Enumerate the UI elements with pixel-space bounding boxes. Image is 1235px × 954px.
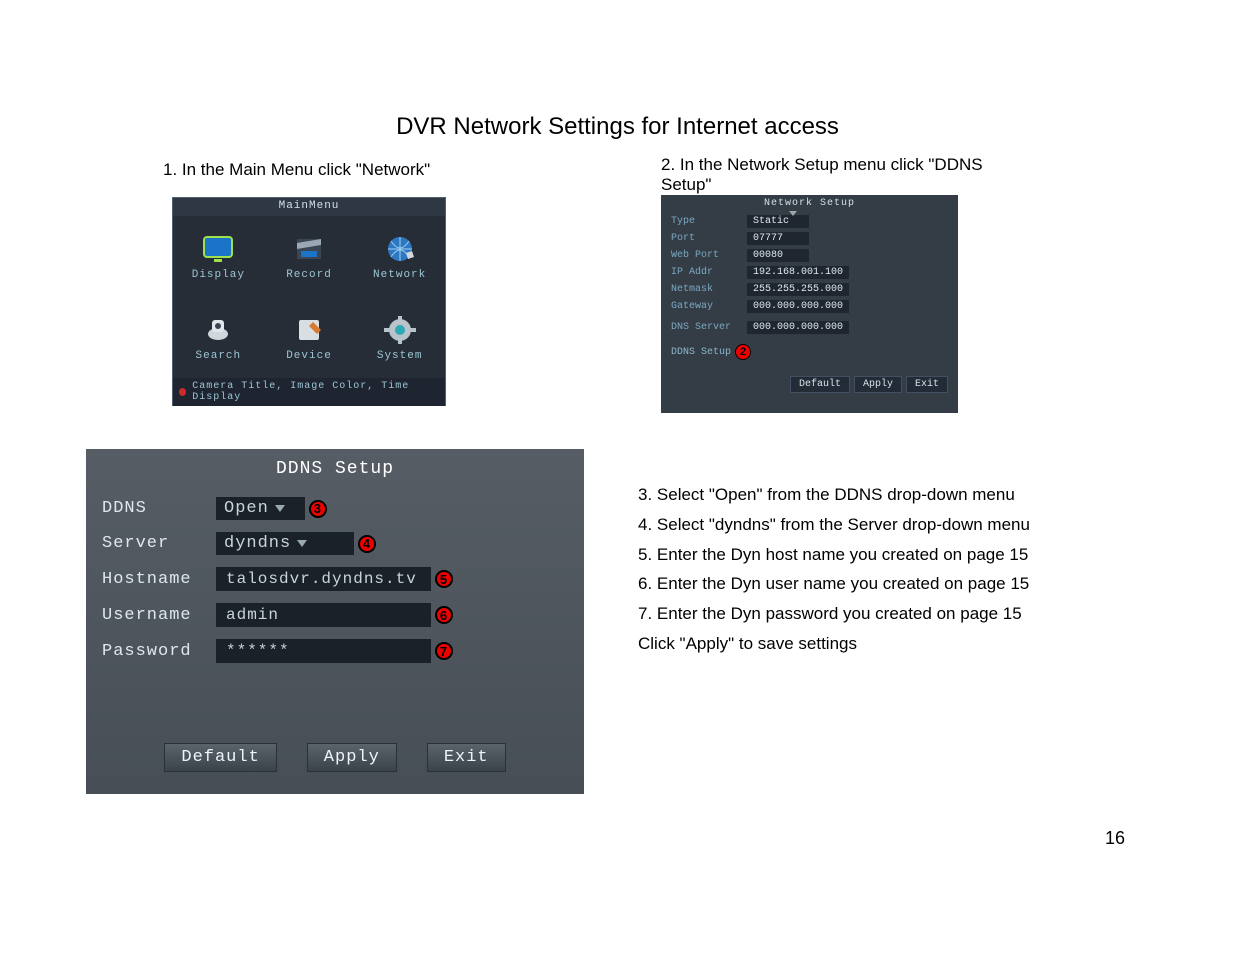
step2-caption: 2. In the Network Setup menu click "DDNS… bbox=[661, 155, 1021, 196]
gateway-label: Gateway bbox=[671, 301, 739, 312]
callout-badge-5: 5 bbox=[435, 570, 453, 588]
ip-label: IP Addr bbox=[671, 267, 739, 278]
server-label: Server bbox=[102, 534, 212, 553]
apply-button[interactable]: Apply bbox=[854, 376, 902, 393]
chevron-down-icon bbox=[275, 505, 285, 512]
menu-label: Network bbox=[373, 269, 426, 281]
server-select[interactable]: dyndns bbox=[216, 532, 354, 555]
instruction-3: 3. Select "Open" from the DDNS drop-down… bbox=[638, 480, 1138, 510]
instruction-4: 4. Select "dyndns" from the Server drop-… bbox=[638, 510, 1138, 540]
ddns-setup-panel: DDNS Setup DDNS Open 3 Server dyndns 4 H… bbox=[86, 449, 584, 794]
instruction-list: 3. Select "Open" from the DDNS drop-down… bbox=[638, 480, 1138, 659]
callout-badge-4: 4 bbox=[358, 535, 376, 553]
hostname-field[interactable]: talosdvr.dyndns.tv bbox=[216, 567, 431, 591]
display-icon bbox=[200, 233, 236, 265]
page-title: DVR Network Settings for Internet access bbox=[0, 113, 1235, 141]
netmask-label: Netmask bbox=[671, 284, 739, 295]
default-button[interactable]: Default bbox=[790, 376, 850, 393]
mainmenu-item-network[interactable]: Network bbox=[354, 216, 445, 297]
dns-field[interactable]: 000.000.000.000 bbox=[747, 321, 849, 334]
ddns-setup-button[interactable]: DDNS Setup bbox=[671, 347, 731, 358]
record-dot-icon bbox=[179, 388, 186, 396]
port-field[interactable]: 07777 bbox=[747, 232, 809, 245]
netmask-field[interactable]: 255.255.255.000 bbox=[747, 283, 849, 296]
chevron-down-icon bbox=[297, 540, 307, 547]
mainmenu-title: MainMenu bbox=[173, 198, 445, 216]
webport-label: Web Port bbox=[671, 250, 739, 261]
type-label: Type bbox=[671, 216, 739, 227]
record-icon bbox=[291, 233, 327, 265]
callout-badge-2: 2 bbox=[735, 344, 751, 360]
menu-label: System bbox=[377, 350, 423, 362]
hostname-label: Hostname bbox=[102, 570, 212, 589]
page-number: 16 bbox=[1105, 828, 1125, 849]
mainmenu-item-record[interactable]: Record bbox=[264, 216, 355, 297]
dns-label: DNS Server bbox=[671, 322, 739, 333]
system-gear-icon bbox=[382, 314, 418, 346]
password-label: Password bbox=[102, 642, 212, 661]
menu-label: Record bbox=[286, 269, 332, 281]
network-setup-panel: Network Setup Type Static Port 07777 Web … bbox=[661, 195, 958, 413]
instruction-5: 5. Enter the Dyn host name you created o… bbox=[638, 540, 1138, 570]
callout-badge-3: 3 bbox=[309, 500, 327, 518]
ddns-select[interactable]: Open bbox=[216, 497, 305, 520]
gateway-field[interactable]: 000.000.000.000 bbox=[747, 300, 849, 313]
mainmenu-item-device[interactable]: Device bbox=[264, 297, 355, 378]
webport-field[interactable]: 00080 bbox=[747, 249, 809, 262]
mainmenu-status-line: Camera Title, Image Color, Time Display bbox=[173, 378, 445, 406]
network-setup-title: Network Setup bbox=[661, 195, 958, 215]
mainmenu-item-system[interactable]: System bbox=[354, 297, 445, 378]
mainmenu-item-search[interactable]: Search bbox=[173, 297, 264, 378]
port-label: Port bbox=[671, 233, 739, 244]
menu-label: Search bbox=[196, 350, 242, 362]
exit-button[interactable]: Exit bbox=[906, 376, 948, 393]
chevron-down-icon bbox=[789, 211, 797, 227]
instruction-click-apply: Click "Apply" to save settings bbox=[638, 629, 1138, 659]
password-field[interactable]: ****** bbox=[216, 639, 431, 663]
device-icon bbox=[291, 314, 327, 346]
mainmenu-panel: MainMenu Display Record Network bbox=[172, 197, 446, 406]
instruction-7: 7. Enter the Dyn password you created on… bbox=[638, 599, 1138, 629]
network-icon bbox=[382, 233, 418, 265]
exit-button[interactable]: Exit bbox=[427, 743, 506, 772]
menu-label: Device bbox=[286, 350, 332, 362]
default-button[interactable]: Default bbox=[164, 743, 276, 772]
type-select[interactable]: Static bbox=[747, 215, 809, 228]
ddns-label: DDNS bbox=[102, 499, 212, 518]
instruction-6: 6. Enter the Dyn user name you created o… bbox=[638, 569, 1138, 599]
apply-button[interactable]: Apply bbox=[307, 743, 397, 772]
ip-field[interactable]: 192.168.001.100 bbox=[747, 266, 849, 279]
callout-badge-7: 7 bbox=[435, 642, 453, 660]
step1-caption: 1. In the Main Menu click "Network" bbox=[163, 160, 430, 180]
ddns-setup-title: DDNS Setup bbox=[86, 449, 584, 491]
mainmenu-item-display[interactable]: Display bbox=[173, 216, 264, 297]
search-camera-icon bbox=[200, 314, 236, 346]
callout-badge-6: 6 bbox=[435, 606, 453, 624]
username-label: Username bbox=[102, 606, 212, 625]
menu-label: Display bbox=[192, 269, 245, 281]
username-field[interactable]: admin bbox=[216, 603, 431, 627]
